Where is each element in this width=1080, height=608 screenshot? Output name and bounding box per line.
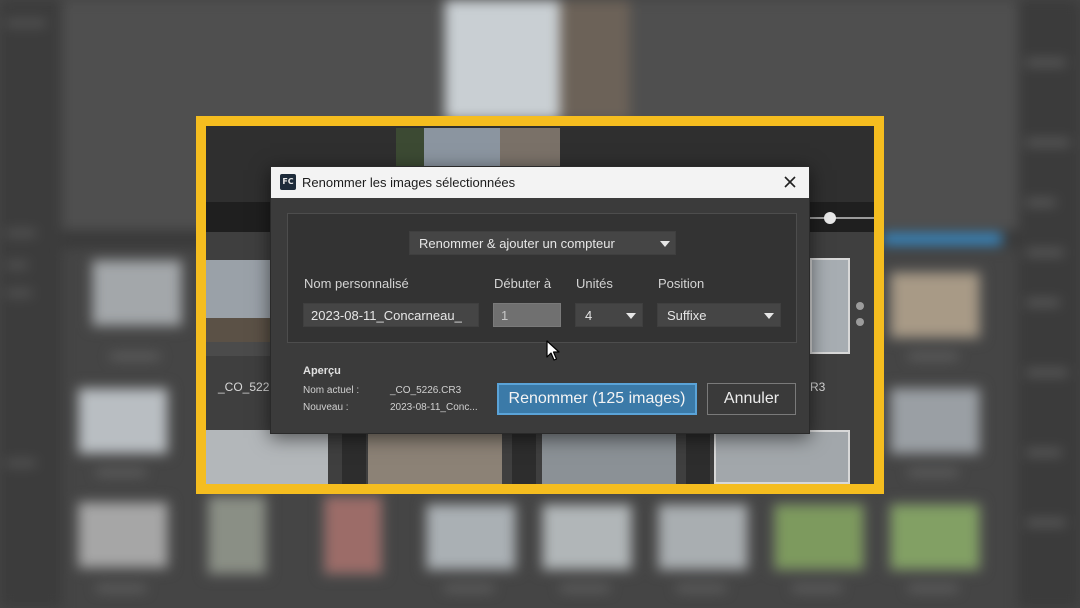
rename-mode-dropdown[interactable]: Renommer & ajouter un compteur <box>409 231 676 255</box>
thumbnail-separator <box>512 430 536 484</box>
background-thumbnail <box>322 494 384 576</box>
zoom-slider-track[interactable] <box>810 217 874 219</box>
dialog-title: Renommer les images sélectionnées <box>302 175 516 190</box>
right-panel <box>1018 0 1080 608</box>
thumbnail-flag-dot[interactable] <box>856 302 864 310</box>
right-panel-row <box>1026 250 1064 255</box>
position-label: Position <box>658 276 705 291</box>
current-name-value: _CO_5226.CR3 <box>390 385 462 396</box>
start-at-input[interactable]: 1 <box>493 303 561 327</box>
thumbnail-separator <box>342 430 366 484</box>
background-caption <box>444 586 494 591</box>
right-panel-row <box>1026 60 1066 65</box>
custom-name-input[interactable]: 2023-08-11_Concarneau_ <box>303 303 479 327</box>
background-thumbnail <box>888 270 982 340</box>
thumbnail-cell-selected[interactable] <box>810 258 850 354</box>
background-caption <box>908 586 958 591</box>
current-name-label: Nom actuel : <box>303 385 360 396</box>
rename-options-group: Renommer & ajouter un compteur Nom perso… <box>287 213 797 343</box>
units-dropdown[interactable]: 4 <box>575 303 643 327</box>
left-panel-row <box>6 460 36 466</box>
background-thumbnail <box>888 386 982 456</box>
units-value: 4 <box>585 308 593 323</box>
custom-name-label: Nom personnalisé <box>304 276 409 291</box>
background-caption <box>560 586 610 591</box>
mouse-cursor-icon <box>546 340 560 366</box>
background-thumbnail <box>90 258 184 328</box>
thumbnail-cell[interactable] <box>542 430 676 484</box>
background-caption <box>676 586 726 591</box>
thumbnail-flag-dot[interactable] <box>856 318 864 326</box>
left-panel <box>0 0 62 608</box>
new-name-value: 2023-08-11_Conc... <box>390 402 478 413</box>
cancel-button[interactable]: Annuler <box>707 383 796 415</box>
rename-mode-value: Renommer & ajouter un compteur <box>419 236 615 251</box>
right-panel-row <box>1026 450 1062 455</box>
background-caption <box>96 470 146 475</box>
right-panel-row <box>1026 200 1056 205</box>
right-panel-row <box>1026 140 1070 145</box>
chevron-down-icon <box>660 241 670 247</box>
custom-name-value: 2023-08-11_Concarneau_ <box>311 308 462 323</box>
background-thumbnail <box>76 386 170 456</box>
background-thumbnail <box>424 502 518 572</box>
background-caption <box>110 354 160 359</box>
units-label: Unités <box>576 276 613 291</box>
preview-title: Aperçu <box>303 365 341 377</box>
left-panel-row <box>6 262 28 268</box>
chevron-down-icon <box>626 313 636 319</box>
thumbnail-cell[interactable] <box>206 260 270 356</box>
background-caption <box>96 586 146 591</box>
background-thumbnail <box>540 502 634 572</box>
start-at-label: Débuter à <box>494 276 552 291</box>
rename-dialog: FC Renommer les images sélectionnées Ren… <box>270 166 810 434</box>
right-panel-row <box>1026 520 1066 525</box>
left-panel-row <box>6 290 32 296</box>
background-caption <box>908 354 958 359</box>
chevron-down-icon <box>764 313 774 319</box>
rename-button[interactable]: Renommer (125 images) <box>497 383 697 415</box>
thumbnail-cell[interactable] <box>206 430 328 484</box>
left-panel-row <box>6 230 36 236</box>
thumbnail-separator <box>686 430 710 484</box>
close-button[interactable] <box>779 171 801 193</box>
position-value: Suffixe <box>667 308 707 323</box>
close-icon <box>784 176 796 188</box>
background-caption <box>792 586 842 591</box>
left-panel-row <box>6 20 46 26</box>
thumbnail-image <box>206 318 270 342</box>
background-thumbnail <box>206 494 268 576</box>
background-thumbnail <box>772 502 866 572</box>
background-caption <box>908 470 958 475</box>
background-thumbnail <box>656 502 750 572</box>
start-at-value: 1 <box>501 308 509 323</box>
thumbnail-cell[interactable] <box>714 430 850 484</box>
app-logo-icon: FC <box>280 174 296 190</box>
position-dropdown[interactable]: Suffixe <box>657 303 781 327</box>
right-panel-row <box>1026 300 1060 305</box>
background-thumbnail <box>76 500 170 570</box>
background-thumbnail <box>888 502 982 572</box>
right-panel-row <box>1026 370 1068 375</box>
thumbnail-cell[interactable] <box>368 430 502 484</box>
new-name-label: Nouveau : <box>303 402 349 413</box>
zoom-slider-handle[interactable] <box>824 212 836 224</box>
thumbnail-filename: _CO_522 <box>218 380 270 394</box>
dialog-titlebar[interactable]: FC Renommer les images sélectionnées <box>271 167 809 198</box>
background-main-photo <box>445 0 630 120</box>
thumbnail-filename: R3 <box>810 380 826 394</box>
